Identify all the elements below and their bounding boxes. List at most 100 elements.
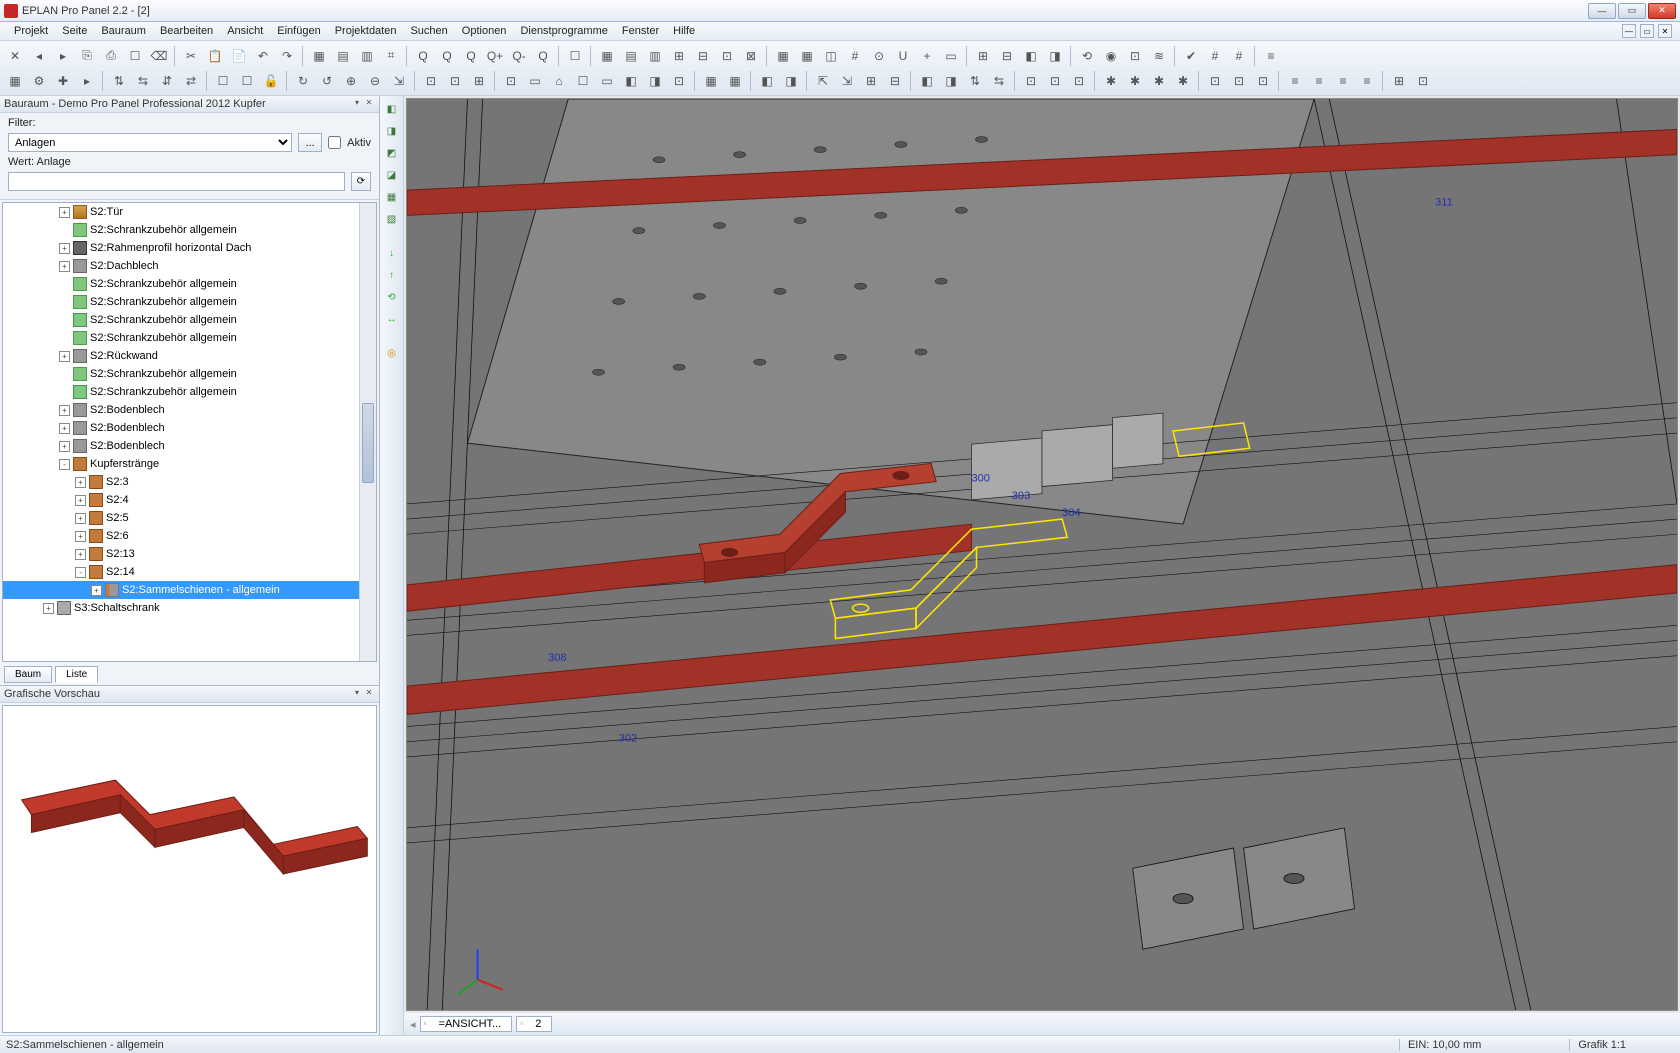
toolbar-button[interactable]: ◉ [1100, 45, 1122, 67]
tree-twisty-icon[interactable]: + [75, 513, 86, 524]
toolbar-button[interactable]: ⇱ [812, 70, 834, 92]
toolbar-button[interactable]: ↻ [292, 70, 314, 92]
toolbar-button[interactable]: ⇆ [988, 70, 1010, 92]
toolbar-button[interactable]: ≡ [1308, 70, 1330, 92]
toolbar-button[interactable]: ⟲ [1076, 45, 1098, 67]
toolbar-button[interactable]: ☐ [212, 70, 234, 92]
toolbar-button[interactable]: ◨ [940, 70, 962, 92]
toolbar-button[interactable]: ▭ [940, 45, 962, 67]
tree-node[interactable]: S2:Schrankzubehör allgemein [3, 365, 376, 383]
menu-optionen[interactable]: Optionen [456, 24, 513, 38]
toolbar-button[interactable]: ≡ [1284, 70, 1306, 92]
toolbar-button[interactable]: ⊞ [860, 70, 882, 92]
toolbar-button[interactable]: ☐ [124, 45, 146, 67]
tree-node[interactable]: S2:Schrankzubehör allgemein [3, 311, 376, 329]
tree-twisty-icon[interactable]: + [91, 585, 102, 596]
view-cube3-icon[interactable]: ◩ [383, 144, 401, 162]
tree-node[interactable]: S2:Schrankzubehör allgemein [3, 329, 376, 347]
preview-close-icon[interactable]: ✕ [363, 688, 375, 700]
toolbar-button[interactable]: ◧ [1020, 45, 1042, 67]
toolbar-button[interactable]: ▤ [332, 45, 354, 67]
toolbar-button[interactable]: # [1204, 45, 1226, 67]
tree-twisty-icon[interactable]: + [59, 441, 70, 452]
toolbar-button[interactable]: ⇵ [156, 70, 178, 92]
toolbar-button[interactable]: ☐ [572, 70, 594, 92]
toolbar-button[interactable]: Q+ [484, 45, 506, 67]
toolbar-button[interactable]: ☐ [236, 70, 258, 92]
toolbar-button[interactable]: U [892, 45, 914, 67]
view-cube5-icon[interactable]: ▦ [383, 188, 401, 206]
toolbar-button[interactable]: # [1228, 45, 1250, 67]
toolbar-button[interactable]: ✱ [1172, 70, 1194, 92]
toolbar-button[interactable]: ⊡ [1124, 45, 1146, 67]
toolbar-button[interactable]: ↺ [316, 70, 338, 92]
filter-browse-button[interactable]: ... [298, 133, 322, 152]
wert-input[interactable] [8, 172, 345, 191]
tree-node[interactable]: S2:Schrankzubehör allgemein [3, 221, 376, 239]
tree-node[interactable]: +S2:Sammelschienen - allgemein [3, 581, 376, 599]
toolbar-button[interactable]: ⇄ [180, 70, 202, 92]
toolbar-button[interactable]: ⊡ [444, 70, 466, 92]
toolbar-button[interactable]: ⊞ [1388, 70, 1410, 92]
preview-dropdown-icon[interactable]: ▾ [351, 688, 363, 700]
toolbar-button[interactable]: ▤ [620, 45, 642, 67]
panel-close-icon[interactable]: ✕ [363, 98, 375, 110]
toolbar-button[interactable]: ⊡ [1044, 70, 1066, 92]
toolbar-button[interactable]: ✕ [4, 45, 26, 67]
filter-select[interactable]: Anlagen [8, 133, 292, 152]
toolbar-button[interactable]: ▦ [700, 70, 722, 92]
toolbar-button[interactable]: ⇲ [836, 70, 858, 92]
toolbar-button[interactable]: 🔓 [260, 70, 282, 92]
mdi-restore-button[interactable]: ▭ [1640, 24, 1654, 38]
close-button[interactable]: ✕ [1648, 3, 1676, 19]
target-icon[interactable]: ◎ [383, 344, 401, 362]
view-cube4-icon[interactable]: ◪ [383, 166, 401, 184]
toolbar-button[interactable]: ⊟ [884, 70, 906, 92]
tree-twisty-icon[interactable]: + [59, 423, 70, 434]
tree-twisty-icon[interactable]: + [75, 495, 86, 506]
toolbar-button[interactable]: ⊡ [1068, 70, 1090, 92]
tree-node[interactable]: +S2:13 [3, 545, 376, 563]
menu-ansicht[interactable]: Ansicht [221, 24, 269, 38]
toolbar-button[interactable]: ◫ [820, 45, 842, 67]
toolbar-button[interactable]: 📋 [204, 45, 226, 67]
arrow-move-icon[interactable]: ↔ [383, 310, 401, 328]
toolbar-button[interactable]: ⊟ [996, 45, 1018, 67]
tree-node[interactable]: +S2:Rahmenprofil horizontal Dach [3, 239, 376, 257]
toolbar-button[interactable]: ▦ [308, 45, 330, 67]
toolbar-button[interactable]: ▭ [596, 70, 618, 92]
tree-twisty-icon[interactable]: + [75, 549, 86, 560]
toolbar-button[interactable]: ⊡ [1252, 70, 1274, 92]
toolbar-button[interactable]: ⊡ [1228, 70, 1250, 92]
tab-close-icon[interactable]: ▫ [520, 1019, 530, 1029]
toolbar-button[interactable]: ⊟ [692, 45, 714, 67]
view-tab-2[interactable]: ▫2 [516, 1016, 552, 1032]
toolbar-button[interactable]: ⇲ [388, 70, 410, 92]
menu-fenster[interactable]: Fenster [616, 24, 665, 38]
toolbar-button[interactable]: ▦ [796, 45, 818, 67]
tree-node[interactable]: +S2:4 [3, 491, 376, 509]
toolbar-button[interactable]: ↶ [252, 45, 274, 67]
toolbar-button[interactable]: ▥ [356, 45, 378, 67]
toolbar-button[interactable]: ⊞ [668, 45, 690, 67]
toolbar-button[interactable]: ▦ [596, 45, 618, 67]
toolbar-button[interactable]: ◧ [620, 70, 642, 92]
toolbar-button[interactable]: ⇅ [964, 70, 986, 92]
toolbar-button[interactable]: ▥ [644, 45, 666, 67]
toolbar-button[interactable]: Q [460, 45, 482, 67]
preview-body[interactable] [2, 705, 377, 1033]
toolbar-button[interactable]: ⊡ [420, 70, 442, 92]
tree-node[interactable]: -Kupferstränge [3, 455, 376, 473]
toolbar-button[interactable]: ⇆ [132, 70, 154, 92]
toolbar-button[interactable]: ⊡ [1204, 70, 1226, 92]
toolbar-button[interactable]: Q- [508, 45, 530, 67]
toolbar-button[interactable]: ⊙ [868, 45, 890, 67]
mdi-close-button[interactable]: ✕ [1658, 24, 1672, 38]
toolbar-button[interactable]: ◂ [28, 45, 50, 67]
tab-baum[interactable]: Baum [4, 666, 52, 683]
toolbar-button[interactable]: ✱ [1148, 70, 1170, 92]
toolbar-button[interactable]: ▭ [524, 70, 546, 92]
menu-bearbeiten[interactable]: Bearbeiten [154, 24, 219, 38]
arrow-rotate-icon[interactable]: ⟲ [383, 288, 401, 306]
tab-nav-left-icon[interactable]: ◂ [410, 1018, 416, 1031]
